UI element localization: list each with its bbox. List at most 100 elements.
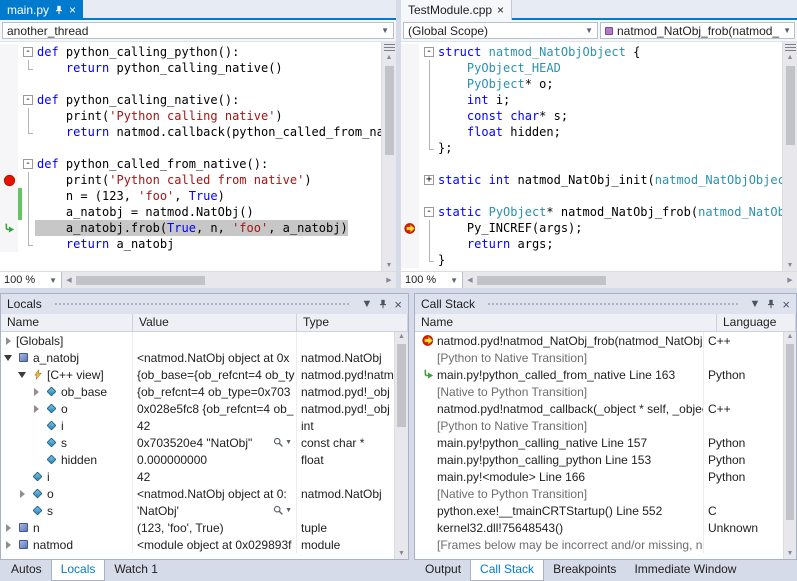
callstack-frame-row[interactable]: main.py!python_calling_python Line 153Py… [415, 451, 783, 468]
scroll-right-icon[interactable]: ▶ [382, 272, 396, 288]
column-header[interactable]: Value [133, 314, 297, 331]
code-line[interactable]: const char* s; [401, 108, 782, 124]
fold-collapse-box[interactable]: - [23, 95, 33, 105]
expand-arrow[interactable] [32, 387, 42, 397]
fold-toggle[interactable]: - [22, 44, 35, 60]
locals-row[interactable]: hidden0.000000000float [1, 451, 394, 468]
calling-frame-icon[interactable] [0, 220, 18, 236]
callstack-frame-row[interactable]: kernel32.dll!75648543()Unknown [415, 519, 783, 536]
locals-row[interactable]: n(123, 'foo', True)tuple [1, 519, 394, 536]
scroll-down-icon[interactable]: ▼ [787, 261, 794, 271]
code-line[interactable]: a_natobj = natmod.NatObj() [0, 204, 381, 220]
callstack-frame-row[interactable]: [Python to Native Transition] [415, 417, 783, 434]
column-header[interactable]: Language [717, 314, 796, 331]
expand-arrow[interactable] [18, 489, 28, 499]
code-line[interactable] [0, 140, 381, 156]
tab-breakpoints[interactable]: Breakpoints [544, 560, 625, 581]
locals-vertical-scrollbar[interactable]: ▲ ▼ [394, 332, 408, 559]
locals-row[interactable]: [C++ view]{ob_base={ob_refcnt=4 ob_tynat… [1, 366, 394, 383]
scroll-up-icon[interactable]: ▲ [398, 332, 405, 342]
code-line[interactable]: float hidden; [401, 124, 782, 140]
close-icon[interactable]: × [497, 5, 504, 15]
locals-row[interactable]: o0x028e5fc8 {ob_refcnt=4 ob_natmod.pyd!_… [1, 400, 394, 417]
callstack-frame-row[interactable]: [Frames below may be incorrect and/or mi… [415, 536, 783, 553]
code-line[interactable]: -static PyObject* natmod_NatObj_frob(nat… [401, 204, 782, 220]
magnifier-button[interactable]: ▼ [270, 437, 292, 448]
locals-row[interactable]: i42 [1, 468, 394, 485]
pin-icon[interactable] [766, 299, 776, 309]
expand-arrow[interactable] [4, 540, 14, 550]
scroll-left-icon[interactable]: ◀ [463, 272, 477, 288]
right-vertical-scrollbar[interactable]: ▲ ▼ [782, 42, 797, 271]
locals-row[interactable]: ob_base{ob_refcnt=4 ob_type=0x703natmod.… [1, 383, 394, 400]
scrollbar-thumb[interactable] [786, 344, 794, 520]
callstack-vertical-scrollbar[interactable]: ▲ ▼ [783, 332, 796, 559]
callstack-frame-row[interactable]: natmod.pyd!natmod_callback(_object * sel… [415, 400, 783, 417]
scrollbar-thumb[interactable] [385, 66, 394, 155]
right-code-lines[interactable]: -struct natmod_NatObjObject { PyObject_H… [401, 42, 782, 271]
scrollbar-track[interactable] [382, 63, 396, 261]
chevron-down-icon[interactable]: ▼ [285, 507, 292, 514]
fold-toggle[interactable]: - [423, 44, 436, 60]
magnifier-button[interactable]: ▼ [270, 505, 292, 516]
pin-icon[interactable] [378, 299, 388, 309]
fold-toggle[interactable]: + [423, 172, 436, 188]
fold-collapse-box[interactable]: - [23, 159, 33, 169]
scrollbar-thumb[interactable] [76, 276, 205, 285]
callstack-frame-row[interactable]: [Python to Native Transition] [415, 349, 783, 366]
callstack-frame-row[interactable]: natmod.pyd!natmod_NatObj_frob(natmod_Nat… [415, 332, 783, 349]
column-header[interactable]: Name [415, 314, 717, 331]
code-line[interactable]: n = (123, 'foo', True) [0, 188, 381, 204]
scroll-down-icon[interactable]: ▼ [398, 549, 405, 559]
scrollbar-thumb[interactable] [786, 66, 795, 145]
window-position-icon[interactable]: ▼ [362, 299, 373, 310]
tab-output[interactable]: Output [416, 560, 470, 581]
scroll-right-icon[interactable]: ▶ [783, 272, 797, 288]
collapse-arrow[interactable] [18, 370, 28, 380]
code-line[interactable] [401, 188, 782, 204]
tab-call-stack[interactable]: Call Stack [470, 560, 544, 581]
close-icon[interactable]: × [69, 5, 76, 15]
tab-main-py[interactable]: main.py × [0, 0, 83, 20]
scroll-up-icon[interactable]: ▲ [386, 53, 393, 63]
callstack-frame-row[interactable]: python.exe!__tmainCRTStartup() Line 552C [415, 502, 783, 519]
chevron-down-icon[interactable]: ▼ [285, 439, 292, 446]
code-line[interactable]: } [401, 252, 782, 268]
expand-arrow[interactable] [4, 336, 14, 346]
code-line[interactable] [0, 76, 381, 92]
scroll-left-icon[interactable]: ◀ [62, 272, 76, 288]
breakpoint-icon[interactable] [0, 172, 18, 188]
zoom-control[interactable]: 100 % ▼ [401, 272, 463, 288]
scroll-up-icon[interactable]: ▲ [787, 332, 794, 342]
locals-row[interactable]: [Globals] [1, 332, 394, 349]
scrollbar-track[interactable] [783, 63, 797, 261]
code-line[interactable]: return natmod.callback(python_called_fro… [0, 124, 381, 140]
code-line[interactable]: -def python_called_from_native(): [0, 156, 381, 172]
scroll-up-icon[interactable]: ▲ [787, 53, 794, 63]
locals-titlebar[interactable]: Locals ▼ × [1, 294, 408, 314]
tab-immediate-window[interactable]: Immediate Window [625, 560, 745, 581]
tab-autos[interactable]: Autos [2, 560, 51, 581]
code-line[interactable]: +static int natmod_NatObj_init(natmod_Na… [401, 172, 782, 188]
locals-row[interactable]: a_natobj<natmod.NatObj object at 0xnatmo… [1, 349, 394, 366]
code-line[interactable]: -def python_calling_python(): [0, 44, 381, 60]
column-header[interactable]: Type [297, 314, 408, 331]
code-line[interactable] [401, 156, 782, 172]
code-line[interactable]: -struct natmod_NatObjObject { [401, 44, 782, 60]
window-position-icon[interactable]: ▼ [750, 299, 761, 310]
locals-row[interactable]: natmod<module object at 0x029893fmodule [1, 536, 394, 553]
column-header[interactable]: Name [1, 314, 133, 331]
code-line[interactable]: -def python_calling_native(): [0, 92, 381, 108]
callstack-frame-row[interactable]: main.py!<module> Line 166Python [415, 468, 783, 485]
locals-row[interactable]: o<natmod.NatObj object at 0:natmod.NatOb… [1, 485, 394, 502]
code-line[interactable]: Py_INCREF(args); [401, 220, 782, 236]
collapse-arrow[interactable] [4, 353, 14, 363]
close-icon[interactable]: × [394, 299, 402, 310]
scroll-down-icon[interactable]: ▼ [787, 549, 794, 559]
code-line[interactable]: return a_natobj [0, 236, 381, 252]
left-horizontal-scrollbar[interactable] [76, 272, 382, 288]
callstack-frame-row[interactable]: main.py!python_called_from_native Line 1… [415, 366, 783, 383]
code-line[interactable]: int i; [401, 92, 782, 108]
tab-watch-1[interactable]: Watch 1 [105, 560, 167, 581]
left-code-lines[interactable]: -def python_calling_python(): return pyt… [0, 42, 381, 271]
